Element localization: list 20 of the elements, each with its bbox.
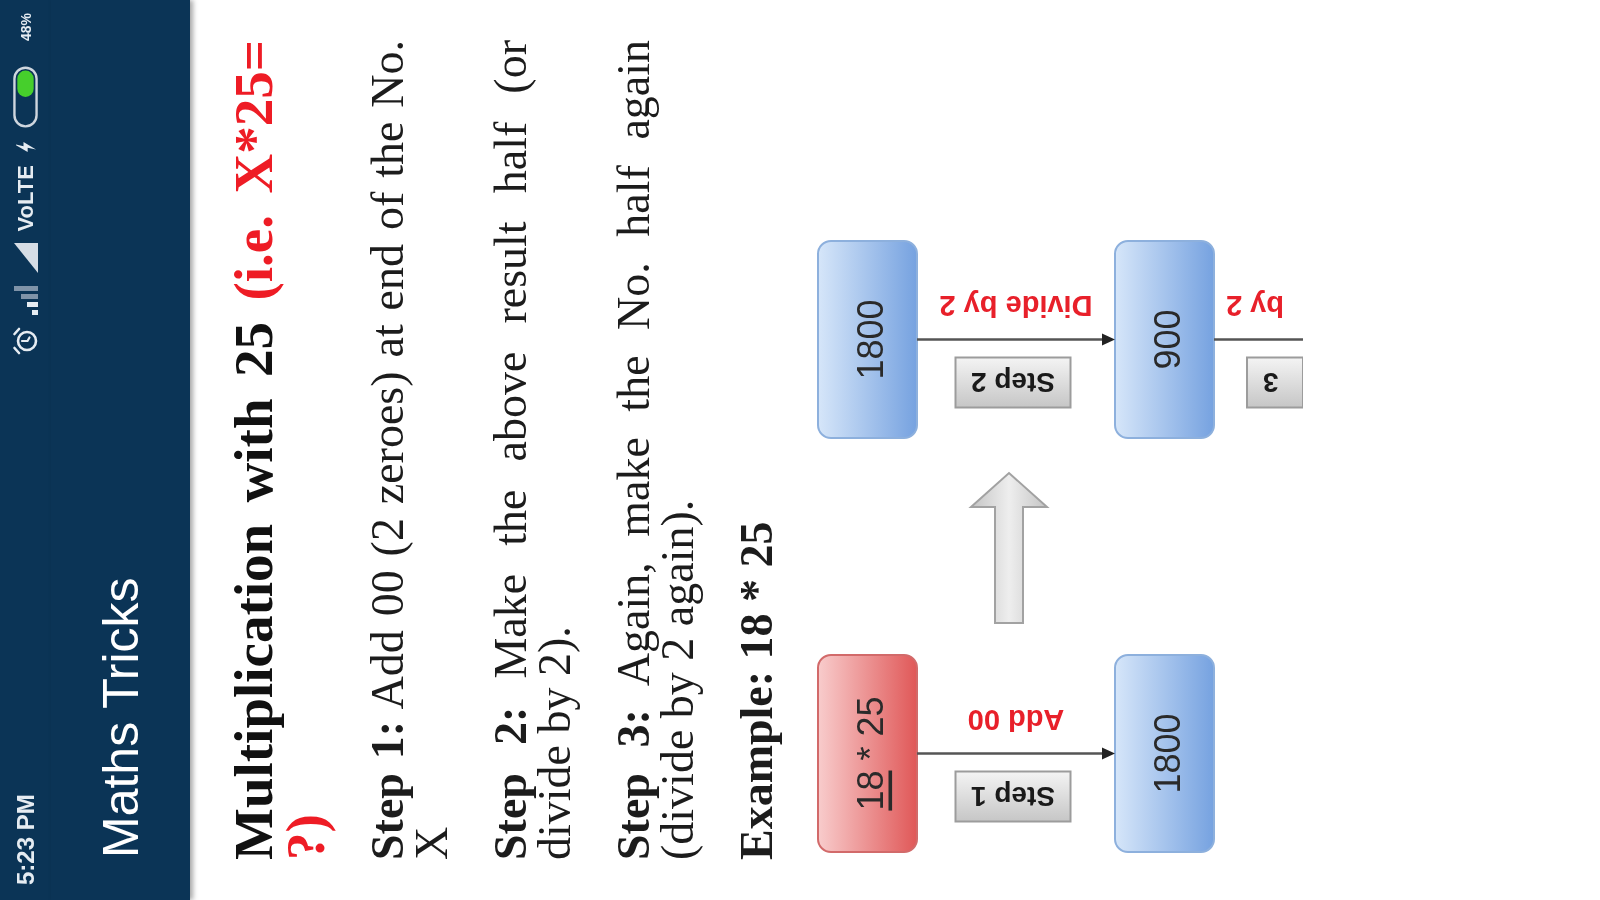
charging-bolt-icon <box>15 141 36 154</box>
step-tag: Step 1 <box>954 770 1072 823</box>
edge-label: Divide by 2 <box>939 289 1093 322</box>
edge-label: Add 00 <box>967 703 1065 736</box>
flow-node: 18 * 25 <box>817 654 918 853</box>
network-label: VoLTE <box>12 165 39 232</box>
battery-percent: 48% <box>17 13 34 42</box>
signal-strength-icon <box>13 243 38 274</box>
flow-node: 1800 <box>817 240 918 439</box>
app-title: Maths Tricks <box>91 577 150 858</box>
battery-icon <box>13 65 38 130</box>
flow-node: 900 <box>1114 240 1215 439</box>
edge-label: by 2 <box>1226 289 1285 322</box>
step-tag: 3 <box>1246 356 1303 409</box>
step-tag: Step 2 <box>954 356 1072 409</box>
status-time: 5:23 PM <box>11 794 40 885</box>
flow-node: 1800 <box>1114 654 1215 853</box>
signal-bars-icon <box>13 285 38 316</box>
step-text: Step 1: Add 00 (2 zeroes) at end of the No. X <box>366 40 454 860</box>
alarm-clock-icon <box>11 327 40 356</box>
